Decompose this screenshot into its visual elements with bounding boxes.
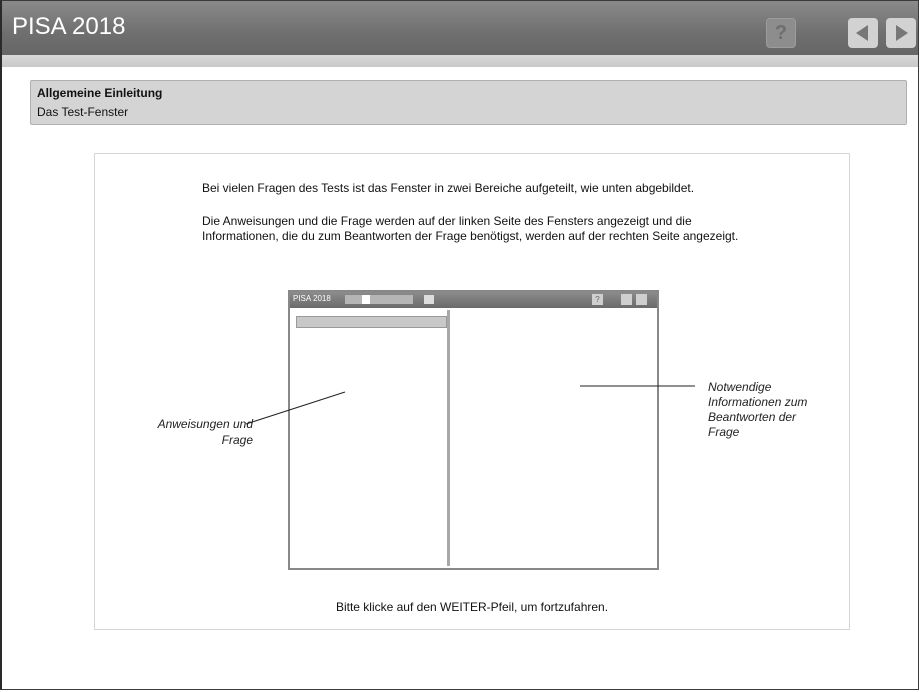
help-button[interactable]: ? (766, 18, 796, 48)
top-bar: PISA 2018 ? (2, 1, 918, 55)
test-window: PISA 2018 ? Allgemeine Einleitung Das Te… (0, 0, 919, 690)
continue-instruction: Bitte klicke auf den WEITER-Pfeil, um fo… (335, 600, 609, 614)
right-pane-label: Notwendige Informationen zum Beantworten… (708, 380, 808, 439)
section-subtitle: Das Test-Fenster (37, 105, 129, 119)
question-icon: ? (774, 22, 788, 44)
top-bar-divider (2, 55, 918, 67)
arrow-left-icon (856, 25, 868, 41)
content-panel: Bei vielen Fragen des Tests ist das Fens… (94, 153, 850, 630)
arrow-right-icon (896, 25, 908, 41)
left-pointer-line (245, 391, 346, 425)
next-button[interactable] (886, 18, 916, 48)
back-button[interactable] (848, 18, 878, 48)
section-header: Allgemeine Einleitung Das Test-Fenster (30, 80, 907, 125)
left-pane-label: Anweisungen und Frage (157, 417, 253, 447)
app-title: PISA 2018 (12, 13, 126, 40)
section-title: Allgemeine Einleitung (37, 86, 163, 100)
